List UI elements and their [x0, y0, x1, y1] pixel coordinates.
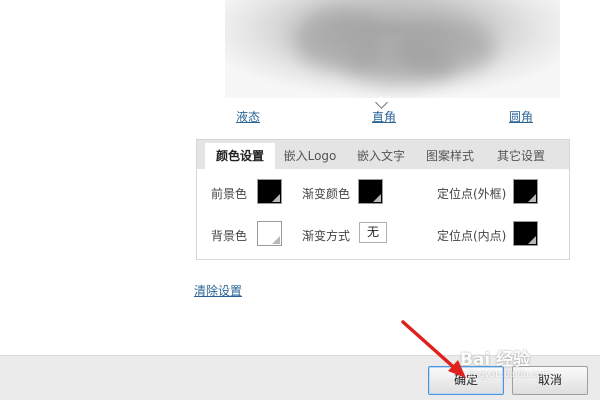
left-panel: [0, 0, 165, 355]
style-right-angle-link[interactable]: 直角: [372, 108, 396, 125]
tab-embed-text[interactable]: 嵌入文字: [347, 143, 415, 169]
swatch-dropdown-icon: [528, 236, 536, 244]
swatch-dropdown-icon: [373, 194, 381, 202]
tab-color-settings[interactable]: 颜色设置: [205, 143, 275, 169]
anchor-outer-swatch[interactable]: [513, 179, 538, 204]
swatch-dropdown-icon: [528, 194, 536, 202]
clear-settings-link[interactable]: 清除设置: [194, 282, 242, 299]
swatch-dropdown-icon: [272, 194, 280, 202]
gradient-mode-label: 渐变方式: [302, 229, 351, 243]
gradient-mode-select[interactable]: 无: [359, 222, 387, 243]
tab-pattern-style[interactable]: 图案样式: [419, 143, 481, 169]
style-liquid-link[interactable]: 液态: [236, 108, 260, 125]
gradient-color-label: 渐变颜色: [302, 187, 351, 201]
background-color-swatch[interactable]: [257, 221, 282, 246]
tab-other-settings[interactable]: 其它设置: [489, 143, 553, 169]
qr-preview-image: [225, 0, 560, 98]
anchor-inner-swatch[interactable]: [513, 221, 538, 246]
gradient-color-swatch[interactable]: [358, 179, 383, 204]
watermark-url: jingyan.baidu.com: [468, 370, 552, 380]
swatch-dropdown-icon: [272, 236, 280, 244]
tab-embed-logo[interactable]: 嵌入Logo: [277, 143, 343, 169]
anchor-inner-label: 定位点(内点): [437, 229, 507, 243]
foreground-color-label: 前景色: [211, 187, 248, 201]
style-round-corner-link[interactable]: 圆角: [509, 108, 533, 125]
anchor-outer-label: 定位点(外框): [437, 187, 507, 201]
settings-panel: 颜色设置 嵌入Logo 嵌入文字 图案样式 其它设置 前景色 渐变颜色 定位点(…: [196, 139, 570, 260]
background-color-label: 背景色: [211, 229, 248, 243]
foreground-color-swatch[interactable]: [257, 179, 282, 204]
watermark-text: Bai 经验: [460, 350, 531, 370]
settings-tab-bar: 颜色设置 嵌入Logo 嵌入文字 图案样式 其它设置: [197, 140, 569, 169]
